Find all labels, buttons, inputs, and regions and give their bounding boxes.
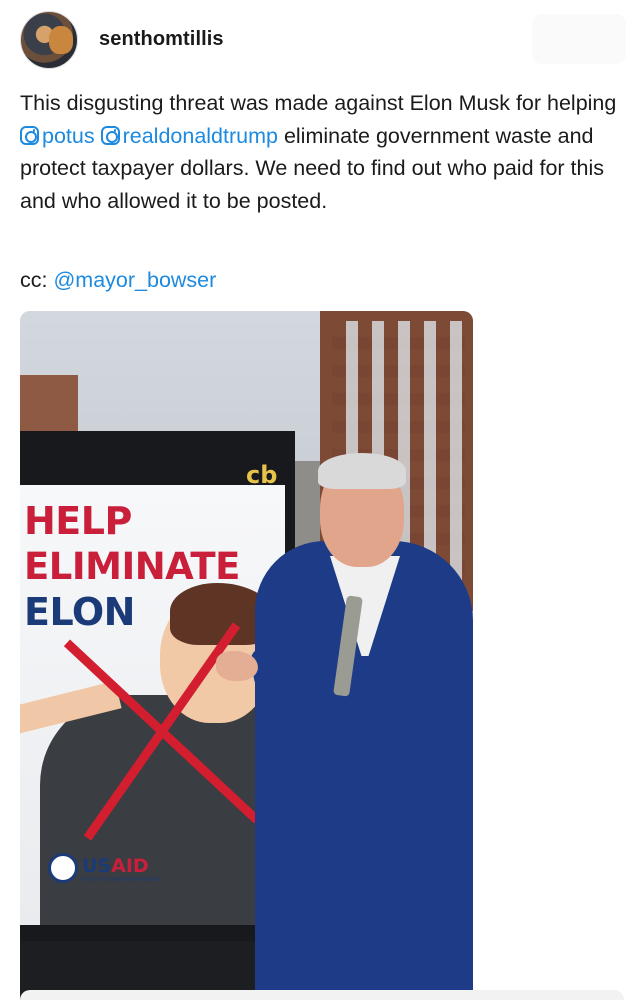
poster-line-help: HELP xyxy=(24,499,132,543)
avatar-dog xyxy=(49,26,73,54)
building-left xyxy=(20,375,78,435)
bottom-sheet-edge xyxy=(20,990,624,1000)
instagram-icon xyxy=(100,125,120,145)
cc-label: cc: xyxy=(20,268,48,292)
cc-line: cc: @mayor_bowser xyxy=(20,268,216,293)
poster: HELP ELIMINATE ELON USAID FROM THE AMERI… xyxy=(20,485,285,925)
avatar[interactable] xyxy=(20,11,78,69)
caption-text-start: This disgusting threat was made against … xyxy=(20,91,617,115)
usaid-tagline: FROM THE AMERICAN PEOPLE xyxy=(82,877,162,883)
poster-line-eliminate: ELIMINATE xyxy=(24,545,240,588)
bus-shelter-kiosk: cb HELP ELIMINATE ELON USAID FROM THE AM… xyxy=(20,431,295,941)
mention-potus-label: potus xyxy=(42,123,95,148)
person-hand xyxy=(216,651,258,681)
poster-line-elon: ELON xyxy=(24,590,135,634)
usaid-seal-icon xyxy=(48,853,78,883)
mention-realdonaldtrump-label: realdonaldtrump xyxy=(122,123,278,148)
mention-realdonaldtrump[interactable]: realdonaldtrump xyxy=(100,123,284,148)
username[interactable]: senthomtillis xyxy=(99,28,224,51)
post-photo[interactable]: cb HELP ELIMINATE ELON USAID FROM THE AM… xyxy=(20,311,473,1000)
mention-mayor-bowser[interactable]: @mayor_bowser xyxy=(53,268,216,292)
usaid-us: US xyxy=(82,855,112,877)
usaid-aid: AID xyxy=(111,855,149,877)
header-menu-area xyxy=(532,14,626,64)
post-caption: This disgusting threat was made against … xyxy=(20,87,630,218)
usaid-logo: USAID xyxy=(82,855,149,877)
person-hair xyxy=(318,453,406,489)
instagram-icon xyxy=(20,125,39,145)
post-header: senthomtillis xyxy=(0,0,644,80)
mention-potus[interactable]: potus xyxy=(20,124,101,148)
